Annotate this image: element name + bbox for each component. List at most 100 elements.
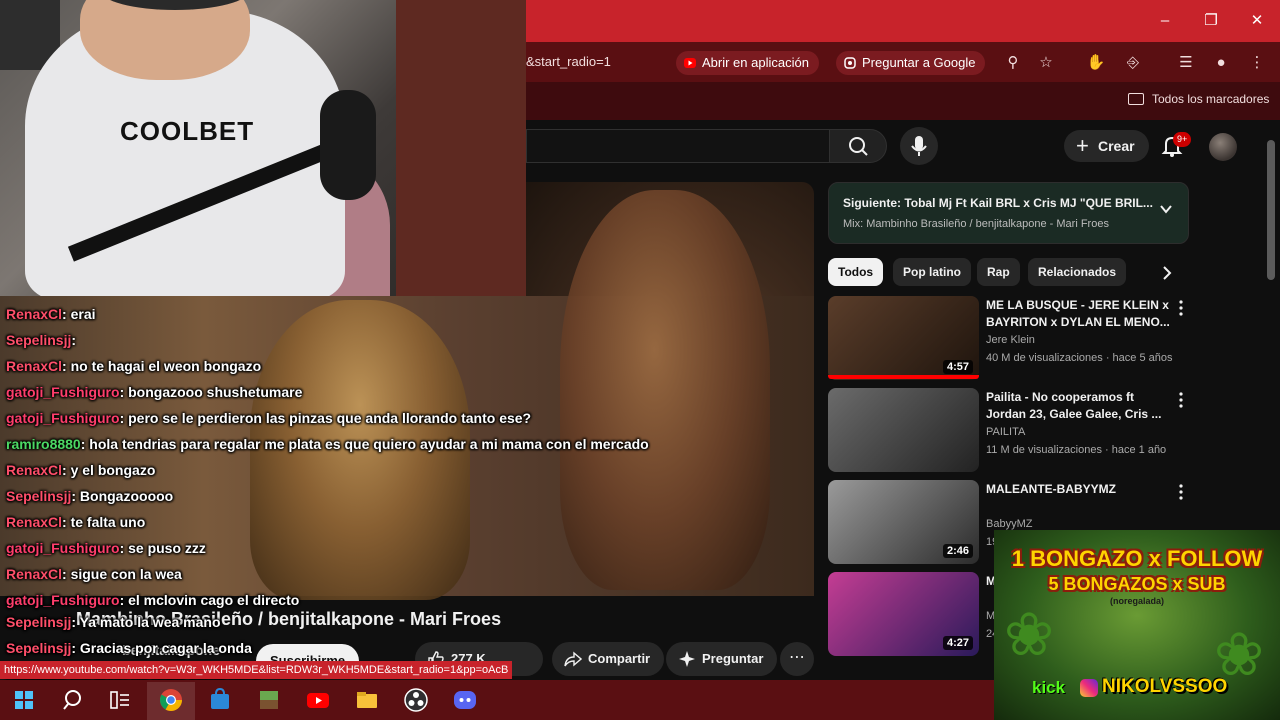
ask-button[interactable]: Preguntar xyxy=(666,642,778,676)
chat-message: gatoji_Fushiguro: se puso zzz xyxy=(6,540,206,556)
search-input[interactable] xyxy=(526,129,829,163)
rec-more-icon[interactable] xyxy=(1176,392,1186,408)
chat-message: Sepelinsjj: xyxy=(6,332,76,348)
status-url: https://www.youtube.com/watch?v=W3r_WKH5… xyxy=(0,661,513,679)
page-scrollbar[interactable] xyxy=(1267,140,1275,280)
promo-line-sub: 5 BONGAZOS x SUB xyxy=(1048,574,1226,594)
rec-meta: 40 M de visualizaciones · hace 5 años xyxy=(986,352,1173,364)
media-control-icon[interactable]: ☰ xyxy=(1175,52,1197,74)
rec-title[interactable]: ME LA BUSQUE - JERE KLEIN x BAYRITON x D… xyxy=(986,297,1172,331)
open-in-app-label: Abrir en aplicación xyxy=(702,55,809,70)
chat-text: : te falta uno xyxy=(62,514,146,530)
chevron-down-icon[interactable] xyxy=(1160,203,1172,215)
up-next-panel[interactable]: Siguiente: Tobal Mj Ft Kail BRL x Cris M… xyxy=(828,182,1189,244)
rec-channel[interactable]: BabyyMZ xyxy=(986,518,1032,530)
chip-relacionados[interactable]: Relacionados xyxy=(1028,258,1127,286)
profile-avatar-icon[interactable]: ● xyxy=(1210,52,1232,74)
ask-label: Preguntar xyxy=(702,651,764,666)
chat-text: : y el bongazo xyxy=(62,462,156,478)
bookmark-star-icon[interactable]: ☆ xyxy=(1035,52,1057,74)
search-taskbar-icon[interactable] xyxy=(60,686,88,714)
chat-text: : erai xyxy=(62,306,96,322)
rec-thumbnail[interactable]: 2:46 xyxy=(828,480,979,564)
chat-username[interactable]: RenaxCl xyxy=(6,306,62,322)
chat-username[interactable]: gatoji_Fushiguro xyxy=(6,384,120,400)
extensions-puzzle-icon[interactable]: ⎆ xyxy=(1122,52,1144,74)
minecraft-icon[interactable] xyxy=(255,686,283,714)
discord-icon[interactable] xyxy=(451,686,479,714)
chip-rap[interactable]: Rap xyxy=(977,258,1020,286)
create-label: Crear xyxy=(1098,138,1135,154)
chat-username[interactable]: RenaxCl xyxy=(6,566,62,582)
url-text[interactable]: &start_radio=1 xyxy=(526,54,611,69)
promo-handle: NIKOLVSSOO xyxy=(1102,676,1228,697)
microphone-icon xyxy=(911,136,927,156)
chat-username[interactable]: RenaxCl xyxy=(6,514,62,530)
close-button[interactable]: ✕ xyxy=(1245,10,1269,32)
chat-message: gatoji_Fushiguro: el mclovin cago el dir… xyxy=(6,592,299,608)
browser-menu-icon[interactable]: ⋮ xyxy=(1246,52,1268,74)
youtube-taskbar-icon[interactable] xyxy=(304,686,332,714)
minimize-button[interactable]: – xyxy=(1153,10,1177,32)
chat-username[interactable]: ramiro8880 xyxy=(6,436,81,452)
chat-username[interactable]: gatoji_Fushiguro xyxy=(6,540,120,556)
chat-username[interactable]: Sepelinsjj xyxy=(6,640,71,656)
chat-text: : pero se le perdieron las pinzas que an… xyxy=(119,410,532,426)
chat-username[interactable]: gatoji_Fushiguro xyxy=(6,410,120,426)
chat-message: RenaxCl: sigue con la wea xyxy=(6,566,182,582)
chat-username[interactable]: RenaxCl xyxy=(6,358,62,374)
windows-start-icon[interactable] xyxy=(10,686,38,714)
all-bookmarks-button[interactable]: Todos los marcadores xyxy=(1128,92,1269,106)
ask-google-button[interactable]: Preguntar a Google xyxy=(836,51,986,75)
video-statue-back xyxy=(560,190,770,590)
extension-hand-icon[interactable]: ✋ xyxy=(1085,52,1107,74)
voice-search-button[interactable] xyxy=(900,127,938,165)
chat-message: RenaxCl: y el bongazo xyxy=(6,462,155,478)
webcam-door xyxy=(396,0,526,296)
chat-username[interactable]: Sepelinsjj xyxy=(6,614,71,630)
all-bookmarks-label: Todos los marcadores xyxy=(1152,92,1270,106)
chat-username[interactable]: Sepelinsjj xyxy=(6,488,71,504)
rec-title[interactable]: MALEANTE-BABYYMZ xyxy=(986,481,1172,498)
rec-thumbnail[interactable]: 4:27 xyxy=(828,572,979,656)
rec-title[interactable]: Pailita - No cooperamos ft Jordan 23, Ga… xyxy=(986,389,1172,423)
rec-channel[interactable]: PAILITA xyxy=(986,426,1025,438)
chat-username[interactable]: RenaxCl xyxy=(6,462,62,478)
chat-message: RenaxCl: no te hagai el weon bongazo xyxy=(6,358,261,374)
chat-text: : no te hagai el weon bongazo xyxy=(62,358,262,374)
account-avatar[interactable] xyxy=(1209,133,1237,161)
rec-more-icon[interactable] xyxy=(1176,484,1186,500)
chip-todos[interactable]: Todos xyxy=(828,258,884,286)
plus-icon: + xyxy=(1076,133,1089,158)
chat-username[interactable]: gatoji_Fushiguro xyxy=(6,592,120,608)
open-in-app-button[interactable]: Abrir en aplicación xyxy=(676,51,819,75)
obs-icon[interactable] xyxy=(402,686,430,714)
chrome-icon[interactable] xyxy=(157,686,185,714)
rec-thumbnail[interactable]: 4:57 xyxy=(828,296,979,380)
up-next-subtitle: Mix: Mambinho Brasileño / benjitalkapone… xyxy=(843,218,1109,230)
chat-text: : sigue con la wea xyxy=(62,566,182,582)
chat-text: : el mclovin cago el directo xyxy=(119,592,300,608)
chip-pop-latino[interactable]: Pop latino xyxy=(893,258,971,286)
chat-username[interactable]: Sepelinsjj xyxy=(6,332,71,348)
rec-thumbnail[interactable] xyxy=(828,388,979,472)
zoom-icon[interactable]: ⚲ xyxy=(1002,52,1024,74)
rec-channel[interactable]: Jere Klein xyxy=(986,334,1035,346)
file-explorer-icon[interactable] xyxy=(353,686,381,714)
share-button[interactable]: Compartir xyxy=(552,642,665,676)
restore-button[interactable]: ❐ xyxy=(1199,10,1223,32)
chevron-right-icon[interactable] xyxy=(1158,264,1176,282)
more-actions-button[interactable]: ⋯ xyxy=(780,642,814,676)
lens-icon xyxy=(844,57,856,69)
promo-line-follow: 1 BONGAZO x FOLLOW xyxy=(1011,546,1263,571)
rec-more-icon[interactable] xyxy=(1176,300,1186,316)
task-view-icon[interactable] xyxy=(106,686,134,714)
webcam-microphone xyxy=(320,90,376,200)
search-button[interactable] xyxy=(829,129,887,163)
chat-text: : xyxy=(71,332,77,348)
store-icon[interactable] xyxy=(206,686,234,714)
webcam-overlay: COOLBET xyxy=(0,0,526,296)
create-button[interactable]: + Crear xyxy=(1064,130,1149,162)
ask-google-label: Preguntar a Google xyxy=(862,55,976,70)
rec-meta: 11 M de visualizaciones · hace 1 año xyxy=(986,444,1167,456)
